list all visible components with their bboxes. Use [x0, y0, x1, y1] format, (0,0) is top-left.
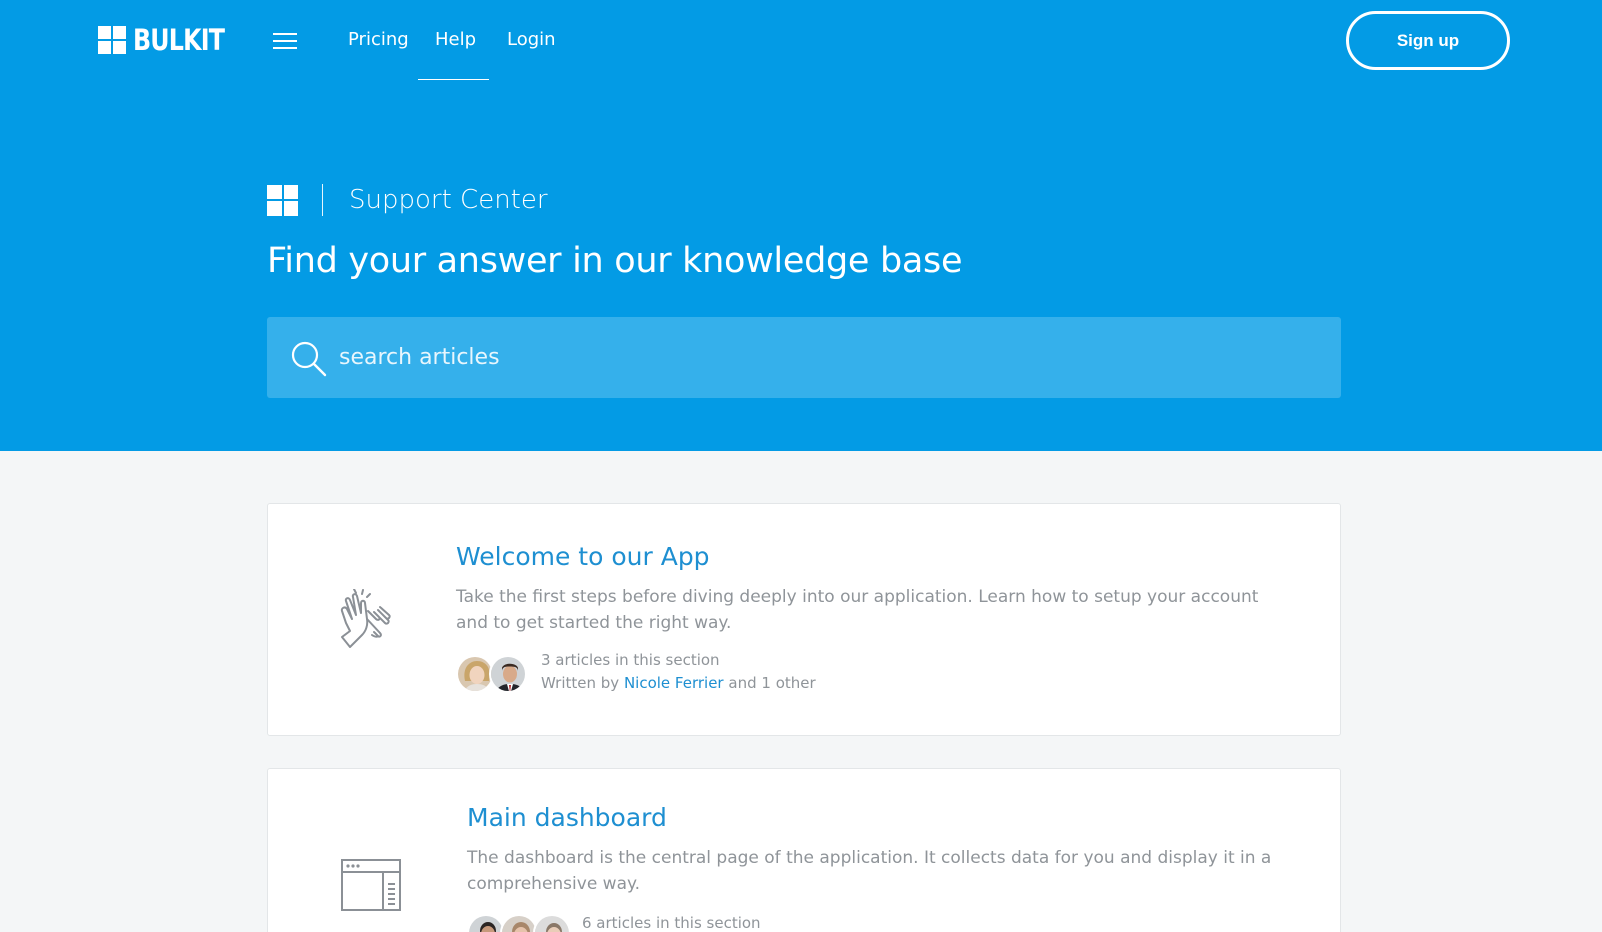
- section-card-welcome[interactable]: Welcome to our App Take the first steps …: [267, 503, 1341, 736]
- written-by-suffix: and 1 other: [728, 674, 816, 692]
- hero-banner: BULKIT Pricing Help Login Sign up Suppor…: [0, 0, 1602, 451]
- clapping-hands-icon: [340, 589, 391, 648]
- section-card-dashboard[interactable]: Main dashboard The dashboard is the cent…: [267, 768, 1341, 932]
- support-center-header: Support Center: [267, 184, 548, 216]
- articles-count: 3 articles in this section: [541, 651, 720, 669]
- brand-name: BULKIT: [133, 23, 225, 57]
- avatar[interactable]: [533, 914, 571, 932]
- written-by-prefix: Written by: [541, 674, 620, 692]
- search-input[interactable]: [339, 335, 1319, 379]
- avatar[interactable]: [489, 655, 527, 693]
- nav-link-login[interactable]: Login: [507, 29, 556, 50]
- written-by: Written by Nicole Ferrier and 1 other: [541, 672, 816, 695]
- author-avatars: [467, 914, 571, 932]
- navbar: BULKIT Pricing Help Login Sign up: [0, 0, 1602, 82]
- sign-up-button[interactable]: Sign up: [1346, 11, 1510, 70]
- header-divider: [322, 184, 323, 216]
- section-title[interactable]: Welcome to our App: [456, 542, 710, 571]
- section-meta: 3 articles in this section Written by Ni…: [541, 649, 816, 695]
- hamburger-menu-icon[interactable]: [273, 32, 297, 50]
- search-icon: [291, 341, 327, 377]
- dashboard-window-icon: [341, 859, 401, 911]
- nav-link-help[interactable]: Help: [435, 29, 476, 50]
- author-avatars: [456, 655, 527, 693]
- nav-active-indicator: [418, 79, 489, 80]
- windows-grid-icon: [267, 184, 298, 216]
- nav-link-pricing[interactable]: Pricing: [348, 29, 409, 50]
- author-link[interactable]: Nicole Ferrier: [624, 674, 724, 692]
- logo-grid-icon: [98, 26, 126, 54]
- brand-logo[interactable]: BULKIT: [98, 25, 244, 55]
- page-title: Find your answer in our knowledge base: [267, 241, 963, 281]
- section-title[interactable]: Main dashboard: [467, 803, 667, 832]
- support-center-label: Support Center: [349, 185, 548, 215]
- section-meta: 6 articles in this section: [582, 912, 761, 932]
- section-description: The dashboard is the central page of the…: [467, 848, 1272, 894]
- section-description: Take the first steps before diving deepl…: [456, 587, 1259, 633]
- search-bar[interactable]: [267, 317, 1341, 398]
- articles-count: 6 articles in this section: [582, 914, 761, 932]
